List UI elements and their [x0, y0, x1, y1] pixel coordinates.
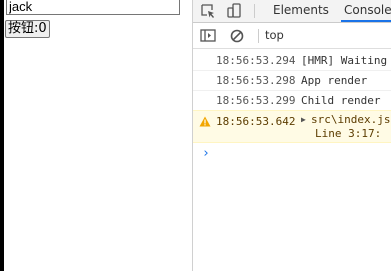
message-text: [HMR] Waiting for update signal from WDS…	[301, 54, 391, 67]
devtools-panel: Elements Console top 18:56:53.294 [HMR] …	[192, 0, 391, 271]
console-toolbar: top	[193, 23, 391, 49]
console-message: 18:56:53.298 App render	[193, 70, 391, 91]
expand-triangle-icon[interactable]: ▶	[301, 115, 306, 124]
message-timestamp: 18:56:53.294	[216, 54, 296, 67]
message-timestamp: 18:56:53.642	[216, 115, 296, 128]
tab-console[interactable]: Console	[341, 0, 391, 22]
warning-icon	[199, 116, 211, 127]
console-message: 18:56:53.294 [HMR] Waiting for update si…	[193, 50, 391, 71]
inspect-element-icon[interactable]	[199, 2, 217, 20]
console-message: 18:56:53.299 Child render	[193, 90, 391, 111]
counter-button[interactable]: 按钮:0	[5, 20, 50, 38]
message-timestamp: 18:56:53.299	[216, 94, 296, 107]
source-link[interactable]: src\index.js	[311, 113, 390, 126]
console-prompt[interactable]: ›	[202, 146, 210, 161]
toolbar-separator	[258, 29, 259, 43]
clear-console-icon[interactable]	[228, 27, 246, 45]
tabbar-separator	[254, 4, 255, 18]
source-line: Line 3:17:	[315, 127, 382, 140]
console-warning: 18:56:53.642 ▶ src\index.js Line 3:17:	[193, 110, 391, 143]
sidebar-toggle-icon[interactable]	[199, 27, 217, 45]
tab-elements[interactable]: Elements	[273, 0, 329, 22]
devtools-tabbar: Elements Console	[193, 0, 391, 23]
message-text: App render	[301, 74, 368, 87]
app-preview: 按钮:0	[4, 0, 190, 271]
context-selector[interactable]: top	[265, 23, 284, 48]
message-text: Child render	[301, 94, 381, 107]
message-timestamp: 18:56:53.298	[216, 74, 296, 87]
device-toolbar-icon[interactable]	[225, 2, 243, 20]
name-input[interactable]	[6, 0, 180, 15]
